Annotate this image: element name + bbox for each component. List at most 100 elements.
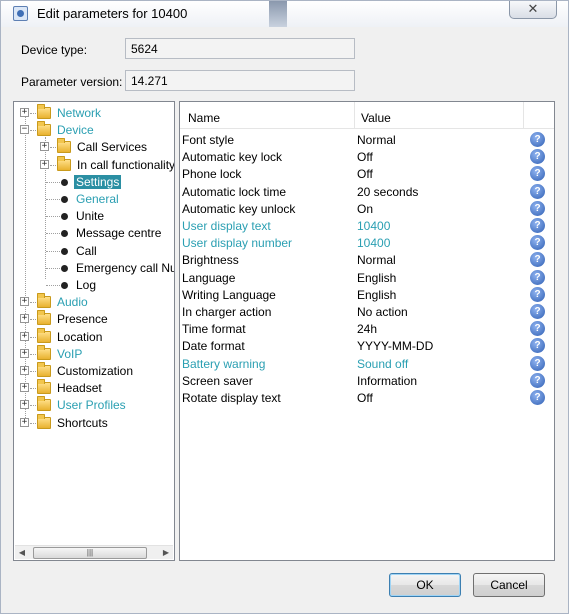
table-row[interactable]: Automatic key unlock On? [180,200,554,217]
parameter-name: Automatic lock time [182,184,287,199]
table-row[interactable]: Writing Language English? [180,286,554,303]
expand-icon[interactable]: + [20,417,29,427]
tree-item-shortcuts[interactable]: + Shortcuts [14,413,174,432]
help-icon[interactable]: ? [530,286,545,302]
help-icon[interactable]: ? [530,218,545,233]
parameter-value[interactable]: 10400 [357,236,390,250]
tree-item-voip[interactable]: + VoIP [14,344,174,363]
table-row[interactable]: Phone lock Off? [180,165,554,182]
parameter-value[interactable]: Sound off [357,357,408,371]
expand-icon[interactable]: + [40,142,49,152]
help-icon[interactable]: ? [530,149,545,165]
help-icon[interactable]: ? [530,321,545,337]
tree-item-call-services[interactable]: + Call Services [14,138,174,156]
help-icon[interactable]: ? [530,390,545,405]
tree-guide-line [30,422,36,424]
tree-item-general[interactable]: General [14,191,174,208]
expand-icon[interactable]: + [20,297,29,307]
close-button[interactable]: ✕ [509,1,557,19]
table-row[interactable]: User display number 10400? [180,234,554,251]
expand-icon[interactable]: + [20,348,29,358]
help-icon[interactable]: ? [530,132,545,147]
help-icon[interactable]: ? [530,183,545,199]
ok-button[interactable]: OK [389,573,461,597]
parameter-value[interactable]: On [357,202,373,216]
parameter-value[interactable]: YYYY-MM-DD [357,339,433,353]
column-header-value[interactable]: Value [361,111,391,125]
scroll-left-icon[interactable]: ◀ [15,546,29,560]
column-header-name[interactable]: Name [188,111,220,125]
column-separator[interactable] [523,102,524,129]
table-row[interactable]: In charger action No action? [180,303,554,320]
tree-item-headset[interactable]: + Headset [14,379,174,397]
help-icon[interactable]: ? [530,355,545,371]
scroll-right-icon[interactable]: ▶ [159,546,173,560]
tree-item-audio[interactable]: + Audio [14,293,174,311]
tree-item-in-call-functionality[interactable]: + In call functionality [14,155,174,174]
tree-item-location[interactable]: + Location [14,327,174,346]
parameter-name: User display text [182,219,271,233]
help-icon[interactable]: ? [530,269,545,285]
expand-icon[interactable]: + [20,383,29,393]
tree-item-customization[interactable]: + Customization [14,362,174,380]
tree-item-emergency-call-nur[interactable]: Emergency call Nur [14,260,174,277]
expand-icon[interactable]: + [20,400,29,410]
tree-item-label: General [76,192,119,206]
tree-item-presence[interactable]: + Presence [14,310,174,328]
tree-item-user-profiles[interactable]: + User Profiles [14,396,174,414]
help-icon[interactable]: ? [530,338,545,354]
column-separator[interactable] [354,102,355,129]
table-row[interactable]: Font style Normal? [180,131,554,148]
tree-item-log[interactable]: Log [14,277,174,294]
collapse-icon[interactable]: − [20,125,29,135]
tree-item-unite[interactable]: Unite [14,208,174,225]
tree-item-network[interactable]: + Network [14,104,174,122]
parameter-value[interactable]: No action [357,305,408,319]
parameter-value[interactable]: 20 seconds [357,185,418,199]
expand-icon[interactable]: + [20,331,29,341]
table-row[interactable]: Automatic lock time 20 seconds? [180,183,554,200]
table-row[interactable]: Rotate display text Off? [180,389,554,406]
expand-icon[interactable]: + [40,159,49,169]
table-row[interactable]: User display text 10400? [180,217,554,234]
tree-item-label: Shortcuts [57,415,108,430]
table-row[interactable]: Battery warning Sound off? [180,355,554,372]
tree-item-settings[interactable]: Settings [14,174,174,191]
help-icon[interactable]: ? [530,252,545,268]
parameter-value[interactable]: 10400 [357,219,390,233]
table-row[interactable]: Language English? [180,269,554,286]
expand-icon[interactable]: + [20,108,29,117]
parameter-value[interactable]: Normal [357,133,396,147]
scroll-thumb[interactable]: ||| [33,547,147,559]
table-row[interactable]: Screen saver Information? [180,372,554,389]
help-icon[interactable]: ? [530,200,545,216]
tree-item-device[interactable]: − Device [14,121,174,139]
help-icon[interactable]: ? [530,372,545,388]
parameter-value[interactable]: Off [357,150,373,164]
cancel-button[interactable]: Cancel [473,573,545,597]
help-icon[interactable]: ? [530,304,545,319]
parameter-value[interactable]: Off [357,391,373,405]
table-row[interactable]: Time format 24h? [180,320,554,337]
parameter-name: Rotate display text [182,391,281,405]
parameter-tree[interactable]: + Network − Device + Call Services + In call fu… [13,101,175,561]
parameter-value[interactable]: Normal [357,253,396,267]
tree-item-label: Headset [57,381,102,396]
folder-icon [37,379,51,395]
table-row[interactable]: Brightness Normal? [180,251,554,268]
parameter-value[interactable]: 24h [357,322,377,336]
parameter-value[interactable]: English [357,271,396,285]
tree-horizontal-scrollbar[interactable]: ◀ ||| ▶ [15,545,173,559]
tree-item-label: Settings [74,174,122,189]
expand-icon[interactable]: + [20,366,29,375]
parameter-value[interactable]: Information [357,374,417,388]
tree-item-call[interactable]: Call [14,243,174,260]
table-row[interactable]: Date format YYYY-MM-DD? [180,337,554,354]
table-row[interactable]: Automatic key lock Off? [180,148,554,165]
help-icon[interactable]: ? [530,235,545,251]
tree-item-message-centre[interactable]: Message centre [14,225,174,242]
help-icon[interactable]: ? [530,166,545,182]
parameter-value[interactable]: Off [357,167,373,181]
expand-icon[interactable]: + [20,314,29,324]
parameter-value[interactable]: English [357,288,396,302]
